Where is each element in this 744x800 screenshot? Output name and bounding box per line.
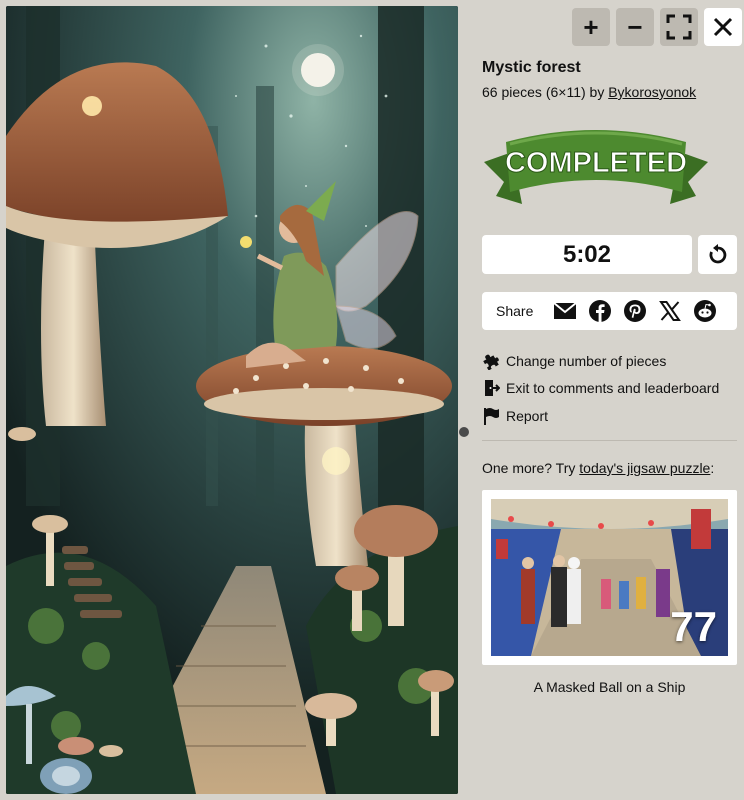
close-button[interactable]	[704, 8, 742, 46]
timer-row: 5:02	[482, 235, 737, 274]
pieces-count: 66 pieces (6×11) by	[482, 84, 609, 100]
action-links: Change number of pieces Exit to comments…	[482, 347, 719, 430]
report-link[interactable]: Report	[482, 402, 719, 430]
pinterest-icon[interactable]	[623, 299, 647, 323]
mail-icon[interactable]	[553, 299, 577, 323]
share-bar: Share	[482, 292, 737, 330]
fullscreen-button[interactable]	[660, 8, 698, 46]
view-toolbar: + −	[572, 8, 742, 46]
reddit-icon[interactable]	[693, 299, 717, 323]
next-puzzle-piece-count: 77	[670, 603, 717, 650]
report-label: Report	[506, 407, 549, 424]
facebook-icon[interactable]	[588, 299, 612, 323]
restart-button[interactable]	[698, 235, 737, 274]
puzzle-title: Mystic forest	[482, 59, 581, 76]
completed-badge: COMPLETED	[484, 130, 708, 204]
next-puzzle-title[interactable]: A Masked Ball on a Ship	[482, 679, 737, 695]
one-more-suffix: :	[710, 460, 715, 476]
author-link[interactable]: Bykorosyonok	[608, 84, 696, 100]
zoom-in-button[interactable]: +	[572, 8, 610, 46]
one-more-prompt: One more? Try today's jigsaw puzzle:	[482, 460, 714, 476]
restart-icon	[709, 243, 726, 263]
completed-text: COMPLETED	[505, 147, 687, 179]
mystic-forest-artwork	[6, 6, 458, 794]
exit-leaderboard-link[interactable]: Exit to comments and leaderboard	[482, 375, 719, 403]
share-label: Share	[496, 303, 534, 319]
puzzle-image[interactable]	[6, 6, 458, 794]
one-more-prefix: One more? Try	[482, 460, 580, 476]
side-panel: + − Mystic forest 66 pieces (6×11) by By…	[482, 0, 744, 800]
exit-icon	[485, 380, 500, 397]
puzzle-meta: 66 pieces (6×11) by Bykorosyonok	[482, 84, 696, 100]
exit-leaderboard-label: Exit to comments and leaderboard	[506, 380, 720, 397]
todays-puzzle-link[interactable]: today's jigsaw puzzle	[579, 460, 710, 476]
flag-icon	[484, 407, 499, 425]
section-divider	[482, 440, 737, 441]
panel-resize-handle[interactable]	[459, 427, 469, 437]
change-pieces-label: Change number of pieces	[506, 352, 667, 369]
puzzle-piece-icon	[483, 354, 499, 370]
zoom-out-button[interactable]: −	[616, 8, 654, 46]
x-icon[interactable]	[658, 299, 682, 323]
next-puzzle-card[interactable]: 77	[482, 490, 737, 665]
close-icon	[713, 17, 733, 37]
fullscreen-icon	[666, 14, 692, 40]
change-pieces-link[interactable]: Change number of pieces	[482, 347, 719, 375]
elapsed-timer: 5:02	[482, 235, 692, 274]
